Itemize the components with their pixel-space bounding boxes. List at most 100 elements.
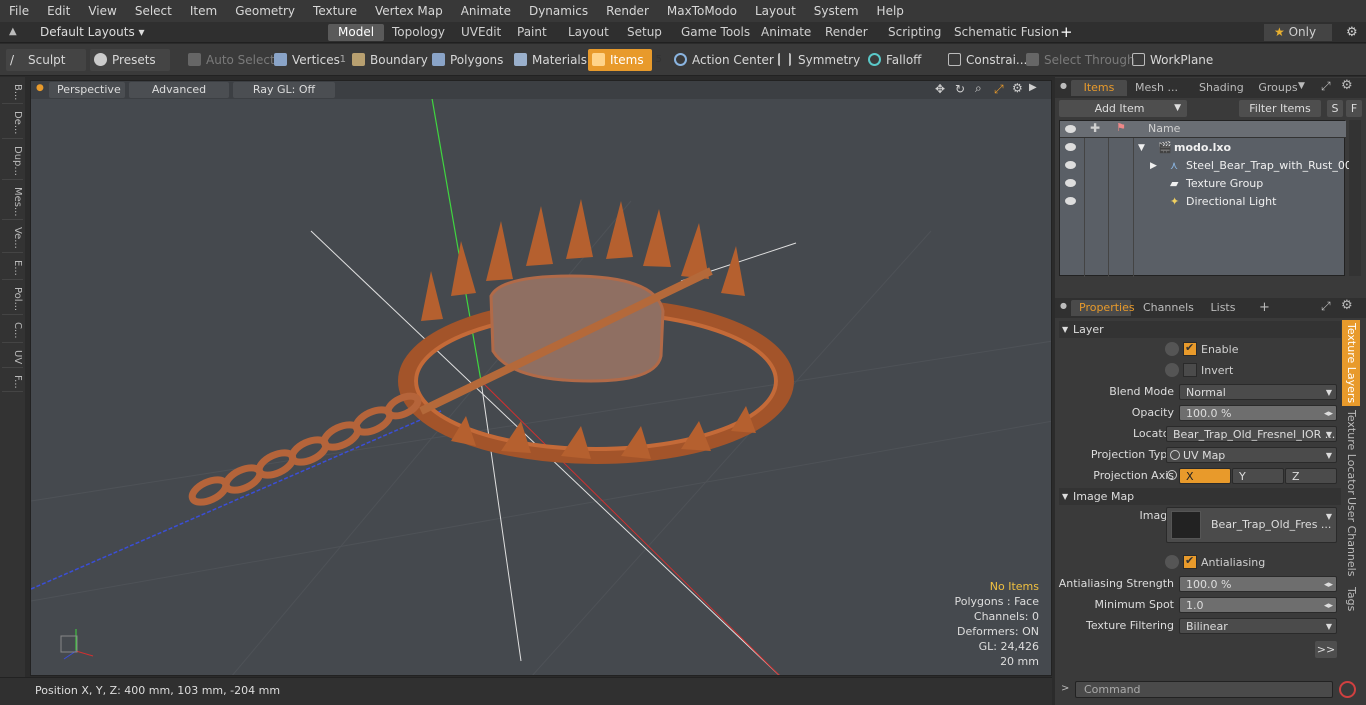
3d-viewport[interactable]: ● Perspective Advanced Ray GL: Off ✥ ↻ ⌕… bbox=[30, 80, 1052, 676]
menu-texture[interactable]: Texture bbox=[304, 4, 366, 18]
panel-gear-icon[interactable]: ⚙ bbox=[1341, 78, 1353, 93]
add-item-button[interactable]: Add Item ▼ bbox=[1059, 100, 1187, 117]
enable-checkbox[interactable]: ✔ bbox=[1183, 341, 1197, 356]
blend-mode-select[interactable]: Normal ▼ bbox=[1179, 384, 1337, 400]
f-button[interactable]: F bbox=[1346, 100, 1362, 117]
gear-icon[interactable]: ⚙ bbox=[1336, 24, 1366, 41]
viewport-more-icon[interactable]: ▶ bbox=[1029, 82, 1037, 93]
left-tab-4[interactable]: Mes... bbox=[2, 184, 23, 221]
min-spot-field[interactable]: 1.0 ◂▸ bbox=[1179, 597, 1337, 613]
move-view-icon[interactable]: ✥ bbox=[935, 82, 945, 96]
tab-scripting[interactable]: Scripting bbox=[878, 24, 951, 41]
items-button[interactable]: Items 5 bbox=[588, 49, 662, 71]
record-icon[interactable] bbox=[1339, 681, 1356, 698]
slider-arrows-icon[interactable]: ◂▸ bbox=[1324, 577, 1333, 591]
tab-shading[interactable]: Shading bbox=[1191, 80, 1249, 96]
viewport-gear-icon[interactable]: ⚙ bbox=[1012, 81, 1023, 95]
tab-tags[interactable]: Tags bbox=[1342, 582, 1360, 616]
axis-y-button[interactable]: Y bbox=[1232, 468, 1284, 484]
perspective-button[interactable]: Perspective bbox=[49, 82, 125, 98]
tab-game-tools[interactable]: Game Tools bbox=[671, 24, 760, 41]
menu-select[interactable]: Select bbox=[126, 4, 181, 18]
tab-user-channels[interactable]: User Channels bbox=[1342, 496, 1360, 578]
expand-arrow-icon[interactable]: ▼ bbox=[1138, 139, 1145, 157]
tab-layout[interactable]: Layout bbox=[558, 24, 619, 41]
raygl-button[interactable]: Ray GL: Off bbox=[233, 82, 335, 98]
auto-select-button[interactable]: Auto Select bbox=[184, 49, 275, 71]
action-center-button[interactable]: Action Center bbox=[670, 49, 774, 71]
item-row-light[interactable]: ✦ Directional Light bbox=[1060, 193, 1346, 211]
menu-view[interactable]: View bbox=[79, 4, 125, 18]
command-input[interactable]: Command bbox=[1075, 681, 1333, 698]
antialiasing-checkbox[interactable]: ✔ bbox=[1183, 554, 1197, 569]
image-map-section[interactable]: ▼ Image Map bbox=[1059, 488, 1341, 505]
tab-properties[interactable]: Properties bbox=[1071, 300, 1135, 316]
expand-panel-icon[interactable]: ⤢ bbox=[1321, 299, 1331, 314]
item-row-mesh[interactable]: ▶ ⋏ Steel_Bear_Trap_with_Rust_001 bbox=[1060, 157, 1359, 175]
viewport-dot-icon[interactable]: ● bbox=[36, 83, 44, 93]
materials-button[interactable]: Materials bbox=[510, 49, 587, 71]
axis-z-button[interactable]: Z bbox=[1285, 468, 1337, 484]
panel-dot-icon[interactable]: ● bbox=[1060, 81, 1067, 90]
workplane-button[interactable]: WorkPlane bbox=[1128, 49, 1213, 71]
left-tab-5[interactable]: Ve... bbox=[2, 224, 23, 254]
locator-select[interactable]: Bear_Trap_Old_Fresnel_IOR ... ▼ bbox=[1166, 426, 1337, 442]
zoom-view-icon[interactable]: ⌕ bbox=[975, 81, 982, 96]
left-tab-8[interactable]: C... bbox=[2, 319, 23, 343]
left-tab-6[interactable]: E... bbox=[2, 257, 23, 280]
menu-help[interactable]: Help bbox=[868, 4, 913, 18]
s-button[interactable]: S bbox=[1327, 100, 1343, 117]
only-toggle[interactable]: ★ Only bbox=[1264, 24, 1332, 41]
left-tab-7[interactable]: Pol... bbox=[2, 284, 23, 315]
boundary-button[interactable]: Boundary bbox=[348, 49, 428, 71]
tab-model[interactable]: Model bbox=[328, 24, 385, 41]
left-tab-1[interactable]: B... bbox=[2, 81, 23, 105]
visibility-eye-icon[interactable] bbox=[1065, 143, 1076, 151]
tab-paint[interactable]: Paint bbox=[507, 24, 557, 41]
tab-lists[interactable]: Lists bbox=[1197, 300, 1249, 316]
collapse-arrow-icon[interactable]: ▲ bbox=[9, 26, 17, 37]
tab-items[interactable]: Items bbox=[1071, 80, 1127, 96]
layout-selector[interactable]: Default Layouts ▾ bbox=[30, 24, 155, 41]
menu-system[interactable]: System bbox=[805, 4, 868, 18]
falloff-button[interactable]: Falloff bbox=[864, 49, 940, 71]
select-through-button[interactable]: Select Through bbox=[1022, 49, 1135, 71]
symmetry-button[interactable]: Symmetry bbox=[774, 49, 860, 71]
vertices-button[interactable]: Vertices 1 bbox=[270, 49, 346, 71]
item-list-scrollbar[interactable] bbox=[1349, 120, 1361, 276]
more-button[interactable]: >> bbox=[1315, 641, 1337, 658]
slider-arrows-icon[interactable]: ◂▸ bbox=[1324, 406, 1333, 420]
item-row-scene[interactable]: ▼ 🎬 modo.lxo bbox=[1060, 139, 1346, 157]
visibility-eye-icon[interactable] bbox=[1065, 197, 1076, 205]
menu-maxtomodo[interactable]: MaxToModo bbox=[658, 4, 746, 18]
expand-arrow-icon[interactable]: ▶ bbox=[1150, 157, 1157, 175]
menu-render[interactable]: Render bbox=[597, 4, 658, 18]
left-tab-10[interactable]: F... bbox=[2, 372, 23, 393]
add-tab-button[interactable]: + bbox=[1050, 24, 1083, 41]
menu-item[interactable]: Item bbox=[181, 4, 226, 18]
polygons-button[interactable]: Polygons bbox=[428, 49, 503, 71]
tab-setup[interactable]: Setup bbox=[617, 24, 672, 41]
tab-mesh[interactable]: Mesh ... bbox=[1127, 80, 1191, 96]
invert-checkbox[interactable] bbox=[1183, 363, 1197, 377]
panel-gear-icon[interactable]: ⚙ bbox=[1341, 298, 1353, 313]
tab-texture-locator[interactable]: Texture Locator bbox=[1342, 410, 1360, 495]
axis-x-button[interactable]: X bbox=[1179, 468, 1231, 484]
tab-texture-layers[interactable]: Texture Layers bbox=[1342, 320, 1360, 406]
tab-topology[interactable]: Topology bbox=[382, 24, 455, 41]
menu-layout[interactable]: Layout bbox=[746, 4, 805, 18]
texture-filtering-select[interactable]: Bilinear ▼ bbox=[1179, 618, 1337, 634]
menu-file[interactable]: File bbox=[0, 4, 38, 18]
menu-dynamics[interactable]: Dynamics bbox=[520, 4, 597, 18]
layer-section[interactable]: ▼ Layer bbox=[1059, 321, 1341, 338]
aa-strength-field[interactable]: 100.0 % ◂▸ bbox=[1179, 576, 1337, 592]
left-tab-2[interactable]: De... bbox=[2, 108, 23, 139]
presets-button[interactable]: Presets bbox=[90, 49, 170, 71]
tabs-dropdown-icon[interactable]: ▼ bbox=[1298, 81, 1305, 91]
panel-dot-icon[interactable]: ● bbox=[1060, 301, 1067, 310]
left-tab-3[interactable]: Dup... bbox=[2, 143, 23, 180]
opacity-field[interactable]: 100.0 % ◂▸ bbox=[1179, 405, 1337, 421]
sculpt-button[interactable]: / Sculpt bbox=[6, 49, 86, 71]
image-select[interactable]: Bear_Trap_Old_Fres ... ▼ bbox=[1166, 507, 1337, 543]
advanced-button[interactable]: Advanced bbox=[129, 82, 229, 98]
